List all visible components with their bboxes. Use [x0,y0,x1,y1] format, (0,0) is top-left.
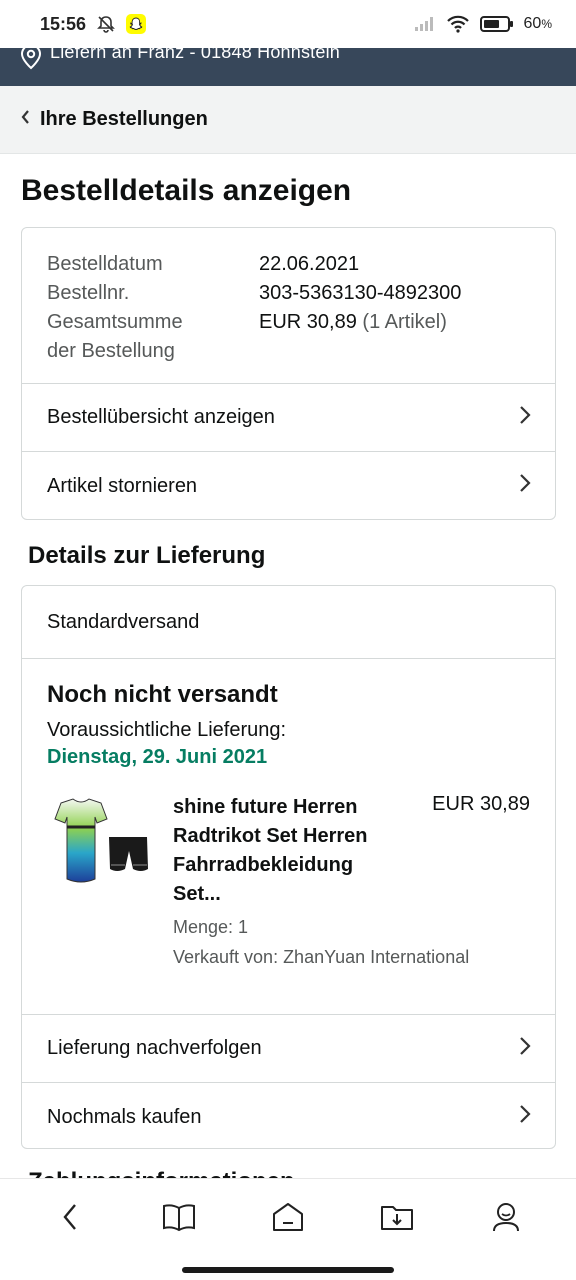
order-info: Bestelldatum 22.06.2021 Bestellnr. 303-5… [22,228,555,384]
status-time: 15:56 [40,13,87,34]
chevron-left-icon [20,108,30,131]
back-label: Ihre Bestellungen [40,108,208,130]
home-icon[interactable] [260,1189,316,1245]
notifications-off-icon [96,14,116,34]
buy-again-label: Nochmals kaufen [47,1105,202,1128]
battery-level: 60% [523,15,552,32]
order-total-label-2: der Bestellung [47,340,175,362]
back-icon[interactable] [42,1189,98,1245]
shipment-status: Noch nicht versandt [47,681,278,708]
status-bar: 15:56 60% [0,0,576,48]
track-package-row[interactable]: Lieferung nachverfolgen [22,1015,555,1083]
order-number-value: 303-5363130-4892300 [259,282,462,304]
wifi-icon [446,15,470,33]
deliver-to-bar[interactable]: Liefern an Franz - 01848 Hohnstein [0,48,576,86]
snapchat-icon [126,14,147,34]
buy-again-row[interactable]: Nochmals kaufen [22,1083,555,1148]
order-item-count: (1 Artikel) [362,311,447,333]
page-title: Bestelldetails anzeigen [21,174,352,207]
home-indicator [182,1267,394,1273]
product-seller: Verkauft von: ZhanYuan International [173,947,470,967]
view-order-overview-row[interactable]: Bestellübersicht anzeigen [22,384,555,452]
chevron-right-icon [519,405,531,431]
shipment-block: Noch nicht versandt Voraussichtliche Lie… [22,659,555,1015]
order-date-value: 22.06.2021 [259,253,360,275]
product-image[interactable] [47,797,151,889]
order-number-label: Bestellnr. [47,282,130,304]
track-package-label: Lieferung nachverfolgen [47,1037,262,1059]
chevron-right-icon [519,473,531,499]
order-summary-card: Bestelldatum 22.06.2021 Bestellnr. 303-5… [21,227,556,520]
deliver-to-text: Liefern an Franz - 01848 Hohnstein [50,48,340,62]
product-quantity: Menge: 1 [173,917,249,937]
delivery-card: Standardversand Noch nicht versandt Vora… [21,585,556,1149]
cancel-items-row[interactable]: Artikel stornieren [22,452,555,519]
product-price: EUR 30,89 [432,793,530,815]
product-title[interactable]: shine future Herren Radtrikot Set Herren… [173,793,403,909]
signal-icon [414,16,436,32]
estimated-delivery-label: Voraussichtliche Lieferung: [47,719,287,741]
estimated-delivery-date: Dienstag, 29. Juni 2021 [47,746,268,768]
order-date-label: Bestelldatum [47,253,163,275]
chevron-right-icon [519,1036,531,1062]
download-folder-icon[interactable] [369,1189,425,1245]
back-to-orders[interactable]: Ihre Bestellungen [0,86,576,154]
profile-icon[interactable] [478,1189,534,1245]
location-pin-icon [20,48,42,75]
order-total-label: Gesamtsumme [47,311,183,333]
view-order-overview-label: Bestellübersicht anzeigen [47,406,275,428]
cancel-items-label: Artikel stornieren [47,474,198,497]
bottom-navigation [0,1178,576,1280]
shipping-method: Standardversand [22,586,555,659]
order-item[interactable]: shine future Herren Radtrikot Set Herren… [47,793,530,973]
battery-icon [479,15,514,33]
chevron-right-icon [519,1104,531,1130]
order-total-value: EUR 30,89 (1 Artikel) [259,311,447,333]
delivery-section-title: Details zur Lieferung [28,542,266,569]
book-icon[interactable] [151,1189,207,1245]
